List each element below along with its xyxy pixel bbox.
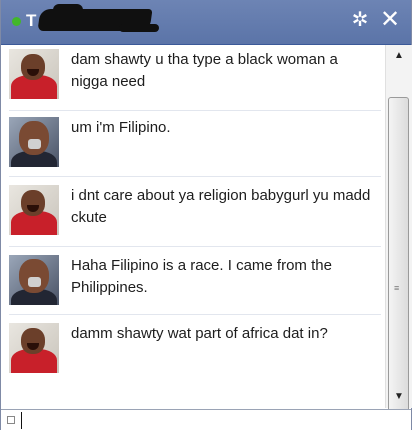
message-divider — [9, 176, 381, 177]
close-icon[interactable]: ✕ — [378, 7, 402, 33]
message-text: i dnt care about ya religion babygurl yu… — [71, 187, 371, 226]
message-row: Haha Filipino is a race. I came from the… — [1, 255, 385, 315]
scroll-up-arrow-icon[interactable]: ▲ — [386, 45, 412, 67]
chat-window: T ✲ ✕ dam shawty u tha type a black woma… — [0, 0, 412, 431]
gear-icon[interactable]: ✲ — [349, 9, 371, 31]
avatar[interactable] — [9, 185, 59, 235]
scrollbar-thumb[interactable]: ≡ — [388, 97, 409, 430]
message-row: i dnt care about ya religion babygurl yu… — [1, 185, 385, 247]
message-divider — [9, 314, 381, 315]
avatar[interactable] — [9, 49, 59, 99]
message-text: damm shawty wat part of africa dat in? — [71, 325, 328, 342]
vertical-scrollbar[interactable]: ▲ ≡ ▼ — [385, 45, 412, 430]
message-text: Haha Filipino is a race. I came from the… — [71, 257, 332, 296]
message-row: um i'm Filipino. — [1, 117, 385, 177]
avatar[interactable] — [9, 117, 59, 167]
chat-titlebar[interactable]: T ✲ ✕ — [1, 0, 411, 45]
message-row: damm shawty wat part of africa dat in? — [1, 323, 385, 385]
grip-icon: ≡ — [394, 283, 400, 293]
message-input[interactable] — [21, 412, 412, 429]
avatar[interactable] — [9, 255, 59, 305]
scroll-down-arrow-icon[interactable]: ▼ — [386, 386, 412, 408]
message-list: dam shawty u tha type a black woman a ni… — [1, 45, 385, 409]
avatar[interactable] — [9, 323, 59, 373]
message-divider — [9, 246, 381, 247]
message-composer — [1, 409, 412, 431]
chat-title: T — [26, 11, 37, 30]
emoticon-icon[interactable] — [7, 416, 15, 424]
online-status-icon — [12, 17, 21, 26]
message-divider — [9, 110, 381, 111]
message-row: dam shawty u tha type a black woman a ni… — [1, 49, 385, 111]
redaction-mark — [53, 4, 83, 18]
redaction-mark — [119, 24, 159, 32]
message-text: um i'm Filipino. — [71, 119, 171, 136]
message-text: dam shawty u tha type a black woman a ni… — [71, 51, 338, 90]
